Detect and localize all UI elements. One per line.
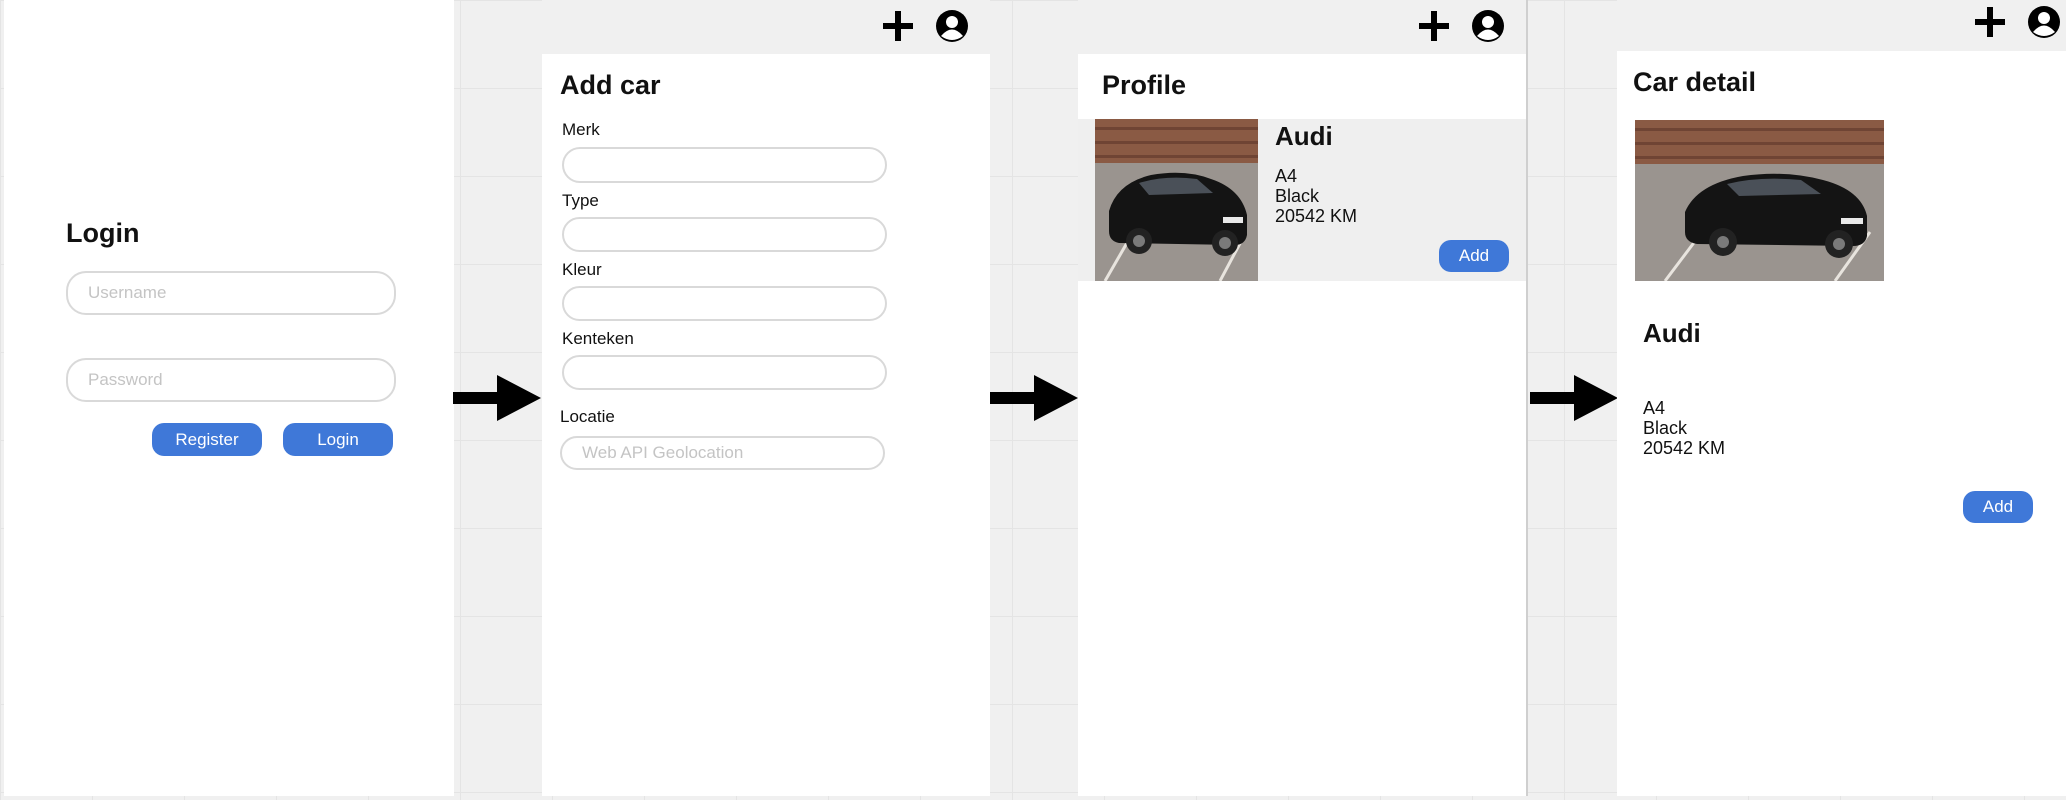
car-photo: [1635, 120, 1884, 281]
arrow-right-icon: [1530, 375, 1618, 421]
type-label: Type: [562, 191, 599, 210]
user-circle-icon[interactable]: [1471, 9, 1505, 43]
detail-color: Black: [1643, 418, 1688, 438]
add-car-title: Add car: [560, 70, 661, 100]
username-field[interactable]: [66, 271, 396, 315]
kenteken-label: Kenteken: [562, 329, 634, 348]
top-bar: [1617, 0, 2066, 51]
plus-icon[interactable]: [1973, 5, 2007, 39]
login-title: Login: [66, 218, 140, 248]
car-info: A4 Black 20542 KM: [1275, 166, 1357, 226]
car-color: Black: [1275, 186, 1320, 206]
type-field[interactable]: [562, 217, 887, 252]
detail-model: A4: [1643, 398, 1666, 418]
car-model: A4: [1275, 166, 1298, 186]
car-detail-screen: Car detail Audi A4 Black 20542 KM Add: [1617, 0, 2066, 796]
merk-field[interactable]: [562, 147, 887, 183]
login-screen: Login Register Login: [4, 0, 454, 796]
add-button[interactable]: Add: [1963, 491, 2033, 523]
arrow-right-icon: [990, 375, 1078, 421]
kenteken-field[interactable]: [562, 355, 887, 390]
detail-mileage: 20542 KM: [1643, 438, 1726, 458]
car-brand: Audi: [1275, 121, 1333, 151]
password-field[interactable]: [66, 358, 396, 402]
plus-icon[interactable]: [1417, 9, 1451, 43]
arrow-right-icon: [453, 375, 541, 421]
top-bar: [1078, 0, 1526, 54]
add-button[interactable]: Add: [1439, 240, 1509, 272]
locatie-label: Locatie: [560, 407, 615, 426]
user-circle-icon[interactable]: [935, 9, 969, 43]
register-button[interactable]: Register: [152, 423, 262, 456]
plus-icon[interactable]: [881, 9, 915, 43]
profile-screen: Profile Audi A4 Black 20542 KM Add: [1078, 0, 1528, 796]
car-detail-title: Car detail: [1633, 67, 1757, 97]
kleur-field[interactable]: [562, 286, 887, 321]
add-car-screen: Add car Merk Type Kleur Kenteken Locatie: [542, 0, 990, 796]
car-mileage: 20542 KM: [1275, 206, 1358, 226]
kleur-label: Kleur: [562, 260, 602, 279]
user-circle-icon[interactable]: [2027, 5, 2061, 39]
car-card[interactable]: Audi A4 Black 20542 KM Add: [1078, 119, 1526, 281]
detail-info: A4 Black 20542 KM: [1643, 398, 1725, 458]
detail-brand: Audi: [1643, 318, 1701, 348]
top-bar: [542, 0, 990, 54]
merk-label: Merk: [562, 120, 600, 139]
login-button[interactable]: Login: [283, 423, 393, 456]
profile-title: Profile: [1102, 70, 1187, 100]
car-photo: [1095, 119, 1258, 281]
locatie-field[interactable]: [560, 436, 885, 470]
